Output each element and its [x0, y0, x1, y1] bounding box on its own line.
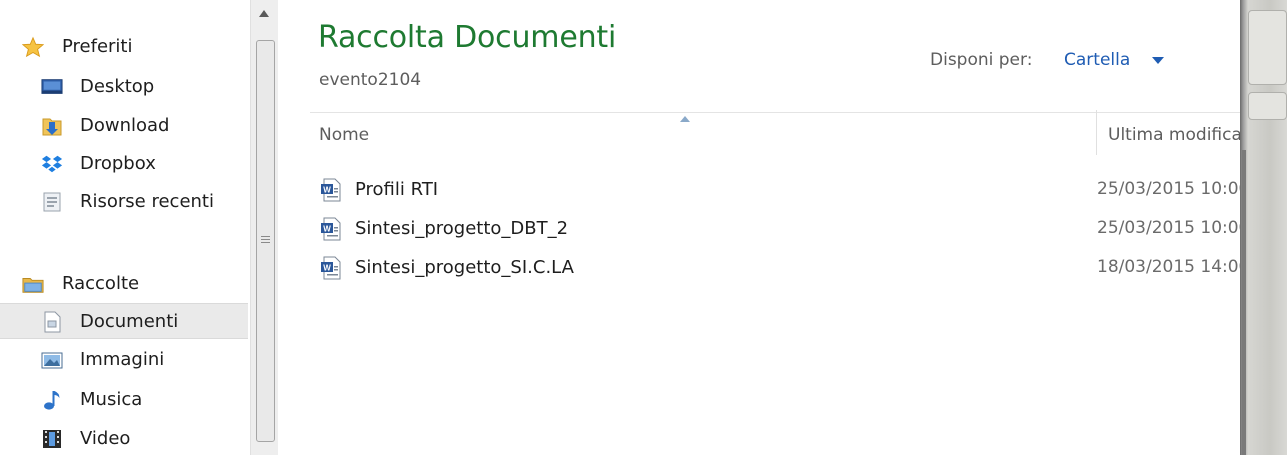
- scrollbar-thumb[interactable]: [256, 40, 275, 442]
- downloads-folder-icon: [41, 116, 63, 136]
- library-title: Raccolta Documenti: [318, 20, 617, 55]
- nav-item-label: Dropbox: [80, 153, 156, 174]
- word-document-icon: W: [320, 256, 342, 280]
- libraries-icon: [22, 274, 44, 294]
- file-row[interactable]: W Sintesi_progetto_DBT_2 25/03/2015 10:0…: [312, 214, 1240, 246]
- video-icon: [41, 429, 63, 449]
- edge-panel: [1248, 10, 1287, 85]
- nav-item-immagini[interactable]: Immagini: [0, 342, 248, 378]
- header-divider: [310, 112, 1240, 113]
- nav-item-dropbox[interactable]: Dropbox: [0, 146, 248, 182]
- nav-item-video[interactable]: Video: [0, 421, 248, 455]
- file-name: Sintesi_progetto_SI.C.LA: [355, 257, 574, 278]
- arrange-by-label: Disponi per:: [930, 50, 1033, 70]
- dropbox-icon: [41, 154, 63, 174]
- file-date-modified: 25/03/2015 10:00: [1097, 218, 1240, 238]
- nav-item-label: Musica: [80, 389, 143, 410]
- nav-item-label: Raccolte: [62, 273, 140, 294]
- file-date-modified: 25/03/2015 10:00: [1097, 179, 1240, 199]
- sort-ascending-icon: [680, 116, 690, 122]
- nav-item-label: Risorse recenti: [80, 191, 214, 212]
- nav-item-musica[interactable]: Musica: [0, 382, 248, 418]
- nav-item-preferiti[interactable]: Preferiti: [0, 29, 248, 65]
- file-date-modified: 18/03/2015 14:00: [1097, 257, 1240, 277]
- svg-text:W: W: [323, 225, 331, 234]
- file-name: Profili RTI: [355, 179, 439, 200]
- nav-item-risorse-recenti[interactable]: Risorse recenti: [0, 184, 248, 220]
- recent-places-icon: [41, 192, 63, 212]
- library-subtitle: evento2104: [319, 70, 422, 90]
- word-document-icon: W: [320, 178, 342, 202]
- file-row[interactable]: W Sintesi_progetto_SI.C.LA 18/03/2015 14…: [312, 253, 1240, 285]
- chevron-down-icon[interactable]: [1152, 57, 1164, 64]
- svg-text:W: W: [323, 264, 331, 273]
- edge-panel: [1248, 92, 1287, 120]
- file-row[interactable]: W Profili RTI 25/03/2015 10:00: [312, 175, 1240, 207]
- nav-scrollbar[interactable]: [250, 0, 278, 455]
- edge-scrollbar[interactable]: [1242, 150, 1246, 455]
- nav-item-label: Documenti: [80, 311, 179, 332]
- navigation-pane: Preferiti Desktop Download Dropbox Risor…: [0, 0, 250, 455]
- scroll-up-arrow-icon[interactable]: [259, 10, 269, 17]
- word-document-icon: W: [320, 217, 342, 241]
- nav-item-raccolte[interactable]: Raccolte: [0, 266, 248, 302]
- nav-item-label: Download: [80, 115, 170, 136]
- column-header-name[interactable]: Nome: [319, 125, 369, 145]
- nav-item-documenti[interactable]: Documenti: [0, 303, 248, 339]
- nav-item-label: Immagini: [80, 349, 165, 370]
- svg-text:W: W: [323, 186, 331, 195]
- music-icon: [41, 390, 63, 410]
- file-name: Sintesi_progetto_DBT_2: [355, 218, 569, 239]
- nav-item-desktop[interactable]: Desktop: [0, 69, 248, 105]
- arrange-by-dropdown[interactable]: Cartella: [1064, 50, 1130, 70]
- nav-item-label: Video: [80, 428, 131, 449]
- pictures-icon: [41, 350, 63, 370]
- documents-library-icon: [41, 311, 63, 333]
- nav-item-download[interactable]: Download: [0, 108, 248, 144]
- star-icon: [22, 36, 44, 58]
- column-header-date-modified[interactable]: Ultima modifica: [1108, 125, 1240, 145]
- column-divider[interactable]: [1096, 110, 1097, 155]
- nav-item-label: Preferiti: [62, 36, 133, 57]
- nav-item-label: Desktop: [80, 76, 155, 97]
- window-edge: [1240, 0, 1287, 455]
- scrollbar-grip-icon: [261, 236, 270, 245]
- desktop-icon: [41, 77, 63, 97]
